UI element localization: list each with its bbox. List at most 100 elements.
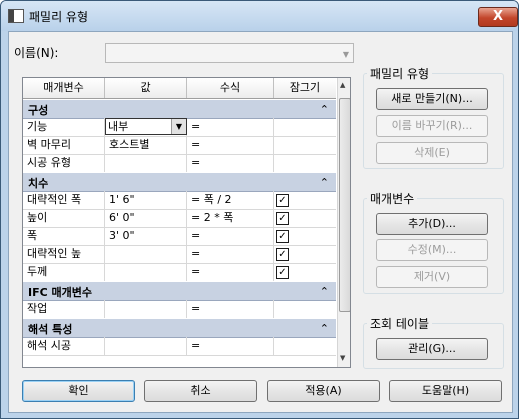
formula-cell[interactable]: = 2 * 폭 bbox=[187, 209, 274, 227]
value-cell[interactable] bbox=[105, 154, 187, 172]
value-cell[interactable]: 3' 0" bbox=[105, 227, 187, 245]
group-header[interactable]: 치수 ⌃ bbox=[23, 172, 336, 192]
value-cell[interactable]: 호스트별 bbox=[105, 136, 187, 154]
window-title: 패밀리 유형 bbox=[29, 10, 89, 24]
remove-parameter-button[interactable]: 제거(V) bbox=[376, 266, 488, 288]
formula-cell[interactable]: = bbox=[187, 118, 274, 136]
lock-cell[interactable]: ✓ bbox=[274, 245, 336, 263]
group-title: 치수 bbox=[28, 177, 49, 190]
new-type-button[interactable]: 새로 만들기(N)... bbox=[376, 88, 488, 110]
column-header-parameter[interactable]: 매개변수 bbox=[23, 78, 105, 98]
parameter-name-cell: 벽 마무리 bbox=[23, 136, 105, 154]
lock-cell[interactable]: ✓ bbox=[274, 191, 336, 209]
table-row[interactable]: 벽 마무리 호스트별 = bbox=[23, 136, 336, 155]
family-types-dialog: 패밀리 유형 X 이름(N): ▼ 매개변수 값 수식 잠그기 구성 ⌃ 기능 내부 ▼… bbox=[0, 0, 519, 419]
parameter-name-cell: 대략적인 폭 bbox=[23, 191, 105, 209]
lookup-tables-group-title: 조회 테이블 bbox=[367, 315, 433, 332]
name-label: 이름(N): bbox=[14, 46, 59, 60]
group-title: IFC 매개변수 bbox=[28, 286, 92, 299]
parameter-name-cell: 기능 bbox=[23, 118, 105, 136]
parameter-name-cell: 폭 bbox=[23, 227, 105, 245]
formula-cell[interactable]: = bbox=[187, 337, 274, 355]
lock-cell[interactable] bbox=[274, 337, 336, 355]
value-cell[interactable]: 1' 6" bbox=[105, 191, 187, 209]
table-row[interactable]: 작업 = bbox=[23, 300, 336, 319]
lock-checkbox[interactable]: ✓ bbox=[276, 212, 289, 225]
scroll-down-icon[interactable]: ▼ bbox=[340, 354, 345, 362]
lock-checkbox[interactable]: ✓ bbox=[276, 266, 289, 279]
parameter-name-cell: 작업 bbox=[23, 300, 105, 318]
parameter-name-cell: 대략적인 높 bbox=[23, 245, 105, 263]
ok-button[interactable]: 확인 bbox=[22, 380, 135, 402]
group-header[interactable]: IFC 매개변수 ⌃ bbox=[23, 281, 336, 301]
help-button[interactable]: 도움말(H) bbox=[389, 380, 502, 402]
lock-cell[interactable]: ✓ bbox=[274, 209, 336, 227]
table-row[interactable]: 높이 6' 0" = 2 * 폭 ✓ bbox=[23, 209, 336, 228]
scroll-up-icon[interactable]: ▲ bbox=[340, 81, 345, 89]
value-cell[interactable]: 6' 0" bbox=[105, 209, 187, 227]
group-header[interactable]: 구성 ⌃ bbox=[23, 99, 336, 119]
lock-cell[interactable] bbox=[274, 300, 336, 318]
lock-cell[interactable] bbox=[274, 136, 336, 154]
apply-button[interactable]: 적용(A) bbox=[267, 380, 380, 402]
manage-lookup-button[interactable]: 관리(G)... bbox=[376, 338, 488, 360]
lock-cell[interactable] bbox=[274, 118, 336, 136]
modify-parameter-button[interactable]: 수정(M)... bbox=[376, 239, 488, 261]
formula-cell[interactable]: = bbox=[187, 154, 274, 172]
table-row[interactable]: 기능 내부 ▼ = bbox=[23, 118, 336, 137]
rename-type-button[interactable]: 이름 바꾸기(R)... bbox=[376, 115, 488, 137]
close-button[interactable]: X bbox=[478, 7, 518, 27]
title-bar[interactable]: 패밀리 유형 X bbox=[1, 1, 518, 31]
add-parameter-button[interactable]: 추가(D)... bbox=[376, 213, 488, 235]
scroll-thumb[interactable] bbox=[339, 98, 350, 312]
lock-cell[interactable] bbox=[274, 154, 336, 172]
collapse-icon[interactable]: ⌃ bbox=[320, 322, 329, 335]
name-combobox[interactable]: ▼ bbox=[105, 43, 354, 63]
value-cell[interactable]: 내부 ▼ bbox=[105, 118, 187, 136]
parameter-name-cell: 높이 bbox=[23, 209, 105, 227]
value-cell[interactable] bbox=[105, 300, 187, 318]
formula-cell[interactable]: = bbox=[187, 245, 274, 263]
collapse-icon[interactable]: ⌃ bbox=[320, 285, 329, 298]
value-cell[interactable] bbox=[105, 263, 187, 281]
formula-cell[interactable]: = bbox=[187, 300, 274, 318]
parameter-name-cell: 해석 시공 bbox=[23, 337, 105, 355]
parameters-group-title: 매개변수 bbox=[367, 190, 418, 207]
formula-cell[interactable]: = bbox=[187, 263, 274, 281]
group-title: 해석 특성 bbox=[28, 323, 73, 336]
lock-cell[interactable]: ✓ bbox=[274, 263, 336, 281]
column-header-lock[interactable]: 잠그기 bbox=[274, 78, 336, 98]
lock-checkbox[interactable]: ✓ bbox=[276, 194, 289, 207]
function-dropdown[interactable]: 내부 ▼ bbox=[105, 118, 187, 135]
chevron-down-icon: ▼ bbox=[342, 50, 349, 59]
parameters-grid: 매개변수 값 수식 잠그기 구성 ⌃ 기능 내부 ▼ = 벽 마무리 호스트별 = 시공 유형 = 치… bbox=[22, 77, 351, 368]
collapse-icon[interactable]: ⌃ bbox=[320, 176, 329, 189]
family-types-group-title: 패밀리 유형 bbox=[367, 65, 433, 82]
lock-checkbox[interactable]: ✓ bbox=[276, 248, 289, 261]
value-cell[interactable] bbox=[105, 337, 187, 355]
formula-cell[interactable]: = bbox=[187, 227, 274, 245]
chevron-down-icon[interactable]: ▼ bbox=[171, 119, 186, 134]
table-row[interactable]: 대략적인 높 = ✓ bbox=[23, 245, 336, 264]
column-header-value[interactable]: 값 bbox=[105, 78, 187, 98]
formula-cell[interactable]: = bbox=[187, 136, 274, 154]
table-row[interactable]: 대략적인 폭 1' 6" = 폭 / 2 ✓ bbox=[23, 191, 336, 210]
collapse-icon[interactable]: ⌃ bbox=[320, 103, 329, 116]
value-cell[interactable] bbox=[105, 245, 187, 263]
table-row[interactable]: 시공 유형 = bbox=[23, 154, 336, 173]
group-header[interactable]: 해석 특성 ⌃ bbox=[23, 318, 336, 338]
function-value: 내부 bbox=[108, 120, 129, 133]
delete-type-button[interactable]: 삭제(E) bbox=[376, 142, 488, 164]
lock-cell[interactable]: ✓ bbox=[274, 227, 336, 245]
table-row[interactable]: 해석 시공 = bbox=[23, 337, 336, 356]
formula-cell[interactable]: = 폭 / 2 bbox=[187, 191, 274, 209]
cancel-button[interactable]: 취소 bbox=[144, 380, 257, 402]
parameter-name-cell: 두께 bbox=[23, 263, 105, 281]
table-row[interactable]: 폭 3' 0" = ✓ bbox=[23, 227, 336, 246]
lock-checkbox[interactable]: ✓ bbox=[276, 230, 289, 243]
column-header-formula[interactable]: 수식 bbox=[187, 78, 274, 98]
window-icon bbox=[8, 9, 24, 23]
table-row[interactable]: 두께 = ✓ bbox=[23, 263, 336, 282]
vertical-scrollbar[interactable]: ▲ ▼ bbox=[337, 78, 350, 367]
dialog-body: 이름(N): ▼ 매개변수 값 수식 잠그기 구성 ⌃ 기능 내부 ▼ = 벽 마무리 호스트… bbox=[8, 31, 513, 413]
